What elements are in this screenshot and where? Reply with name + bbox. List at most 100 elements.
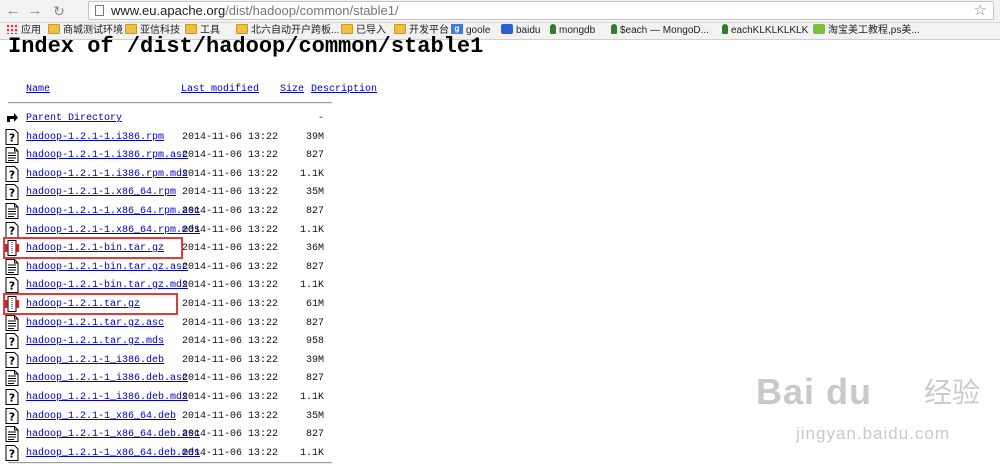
file-link[interactable]: hadoop-1.2.1-bin.tar.gz.asc: [26, 262, 188, 274]
file-row: ? hadoop_1.2.1-1_x86_64.deb.mds 2014-11-06…: [0, 444, 400, 462]
bookmark-item[interactable]: mongdb: [550, 23, 595, 39]
file-modified: 2014-11-06 13:22: [182, 336, 279, 347]
file-row: hadoop_1.2.1-1_x86_64.deb.asc 2014-11-06 …: [0, 425, 400, 443]
mongodb-leaf-icon: [550, 24, 556, 35]
file-size: 1.1K: [299, 280, 324, 291]
file-size: -: [317, 113, 324, 124]
unknown-file-icon: ?: [5, 222, 19, 238]
file-link[interactable]: hadoop_1.2.1-1_x86_64.deb.mds: [26, 448, 200, 460]
bookmark-item[interactable]: baidu: [501, 23, 540, 39]
address-url[interactable]: www.eu.apache.org/dist/hadoop/common/sta…: [111, 3, 399, 19]
file-modified: 2014-11-06 13:22: [182, 355, 279, 366]
file-row: ? hadoop_1.2.1-1_i386.deb.mds 2014-11-06 1…: [0, 388, 400, 406]
file-link[interactable]: hadoop_1.2.1-1_i386.deb: [26, 355, 164, 367]
column-header-last-modified[interactable]: Last modified: [181, 84, 259, 96]
file-modified: 2014-11-06 13:22: [182, 392, 279, 403]
text-file-icon: [5, 259, 19, 275]
forward-button[interactable]: →: [26, 2, 44, 20]
file-row: ? hadoop_1.2.1-1_i386.deb 2014-11-06 13:22…: [0, 351, 400, 369]
highlight-box: [3, 237, 183, 259]
file-link[interactable]: hadoop-1.2.1-bin.tar.gz.mds: [26, 280, 188, 292]
bookmark-star-icon[interactable]: ☆: [974, 2, 987, 19]
svg-text:?: ?: [9, 169, 15, 182]
text-file-icon: [5, 203, 19, 219]
bookmark-label: baidu: [516, 25, 541, 36]
file-row: hadoop-1.2.1-bin.tar.gz.asc 2014-11-06 13…: [0, 258, 400, 276]
file-modified: 2014-11-06 13:22: [182, 411, 279, 422]
url-host: www.eu.apache.org: [111, 3, 226, 18]
folder-icon: [341, 24, 353, 35]
page-icon: [95, 5, 104, 16]
file-modified: 2014-11-06 13:22: [182, 225, 279, 236]
file-link[interactable]: hadoop-1.2.1-1.x86_64.rpm.mds: [26, 225, 200, 237]
watermark-cn-text: 经验: [924, 376, 981, 409]
unknown-file-icon: ?: [5, 129, 19, 145]
file-row: hadoop_1.2.1-1_i386.deb.asc 2014-11-06 13…: [0, 369, 400, 387]
baidu-paw-icon: [501, 24, 513, 35]
file-size: 39M: [305, 355, 324, 366]
file-modified: 2014-11-06 13:22: [182, 262, 279, 273]
file-link[interactable]: hadoop-1.2.1-1.i386.rpm: [26, 132, 164, 144]
file-link[interactable]: hadoop-1.2.1-1.x86_64.rpm: [26, 187, 176, 199]
file-modified: 2014-11-06 13:22: [182, 132, 279, 143]
bookmark-item[interactable]: 淘宝美工教程,ps美...: [813, 23, 920, 39]
highlight-box: [3, 293, 178, 315]
text-file-icon: [5, 147, 19, 163]
file-size: 35M: [305, 187, 324, 198]
svg-text:?: ?: [9, 187, 15, 200]
arrow-right-icon: →: [27, 2, 43, 19]
back-button[interactable]: ←: [4, 2, 22, 20]
watermark-logo: Bai du: [756, 372, 872, 412]
bookmark-label: $each — MongoD...: [620, 25, 709, 36]
file-size: 1.1K: [299, 448, 324, 459]
folder-icon: [394, 24, 406, 35]
address-bar[interactable]: www.eu.apache.org/dist/hadoop/common/sta…: [88, 1, 994, 20]
folder-icon: [48, 24, 60, 35]
svg-text:?: ?: [9, 448, 15, 461]
mongodb-leaf-icon: [722, 24, 728, 35]
file-link[interactable]: hadoop_1.2.1-1_i386.deb.asc: [26, 373, 188, 385]
file-link[interactable]: hadoop-1.2.1-1.i386.rpm.asc: [26, 150, 188, 162]
page-title: Index of /dist/hadoop/common/stable1: [8, 34, 484, 59]
file-row: hadoop-1.2.1-1.i386.rpm.asc 2014-11-06 13…: [0, 146, 400, 164]
file-row: ? hadoop-1.2.1-1.i386.rpm 2014-11-06 13:22…: [0, 128, 400, 146]
file-size: 827: [305, 206, 324, 217]
file-row: ? hadoop-1.2.1.tar.gz.mds 2014-11-06 13:22…: [0, 332, 400, 350]
mongodb-leaf-icon: [611, 24, 617, 35]
file-modified: 2014-11-06 13:22: [182, 373, 279, 384]
file-row: hadoop-1.2.1-1.x86_64.rpm.asc 2014-11-06 …: [0, 202, 400, 220]
unknown-file-icon: ?: [5, 389, 19, 405]
column-header-description[interactable]: Description: [311, 84, 377, 96]
file-link[interactable]: hadoop-1.2.1-1.i386.rpm.mds: [26, 169, 188, 181]
bookmark-item[interactable]: $each — MongoD...: [611, 23, 709, 39]
file-modified: 2014-11-06 13:22: [182, 187, 279, 198]
column-header-size[interactable]: Size: [280, 84, 304, 96]
file-link[interactable]: hadoop_1.2.1-1_x86_64.deb: [26, 411, 176, 423]
file-link[interactable]: hadoop-1.2.1-1.x86_64.rpm.asc: [26, 206, 200, 218]
svg-text:?: ?: [9, 336, 15, 349]
file-link[interactable]: hadoop_1.2.1-1_x86_64.deb.asc: [26, 429, 200, 441]
file-size: 39M: [305, 132, 324, 143]
file-link[interactable]: Parent Directory: [26, 113, 122, 125]
file-row: hadoop-1.2.1.tar.gz.asc 2014-11-06 13:22 8…: [0, 314, 400, 332]
file-size: 958: [305, 336, 324, 347]
reload-button[interactable]: ↻: [50, 2, 68, 20]
bookmark-label: 淘宝美工教程,ps美...: [828, 25, 920, 36]
header-divider: [8, 102, 332, 104]
column-header-name[interactable]: Name: [26, 84, 50, 96]
text-file-icon: [5, 315, 19, 331]
file-link[interactable]: hadoop_1.2.1-1_i386.deb.mds: [26, 392, 188, 404]
reload-icon: ↻: [53, 3, 65, 19]
file-link[interactable]: hadoop-1.2.1.tar.gz.mds: [26, 336, 164, 348]
url-path: /dist/hadoop/common/stable1/: [225, 3, 399, 18]
folder-icon: [185, 24, 197, 35]
unknown-file-icon: ?: [5, 277, 19, 293]
unknown-file-icon: ?: [5, 333, 19, 349]
bookmark-item[interactable]: eachKLKLKLKLK: [722, 23, 808, 39]
file-size: 1.1K: [299, 169, 324, 180]
file-link[interactable]: hadoop-1.2.1.tar.gz.asc: [26, 318, 164, 330]
unknown-file-icon: ?: [5, 445, 19, 461]
text-file-icon: [5, 370, 19, 386]
parent-directory-icon: [5, 110, 19, 126]
file-row: ? hadoop_1.2.1-1_x86_64.deb 2014-11-06 13:…: [0, 407, 400, 425]
